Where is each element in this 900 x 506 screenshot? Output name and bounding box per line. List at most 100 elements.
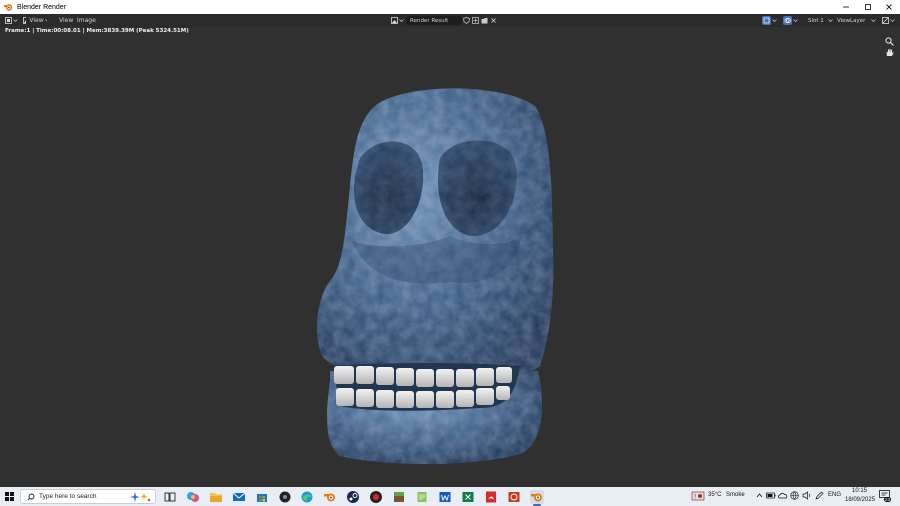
image-viewport[interactable] (0, 36, 900, 487)
taskbar-app-notepad[interactable] (415, 490, 429, 504)
battery-icon (766, 492, 776, 499)
maximize-icon (865, 4, 871, 10)
image-browse-icon (391, 17, 398, 24)
editor-type-selector[interactable] (5, 16, 18, 25)
chevron-down-icon (871, 19, 877, 22)
unlink-x-icon[interactable] (490, 17, 497, 24)
render-slot-selector[interactable]: Slot 1 (805, 16, 833, 25)
window-title: Blender Render (17, 3, 67, 11)
display-channels-icon (882, 17, 889, 24)
edge-icon (301, 491, 313, 502)
display-channels-selector[interactable] (882, 16, 898, 25)
blender-logo-icon (4, 4, 13, 11)
image-editor-header: View View Image Render Result Slot 1 Vie… (0, 14, 900, 27)
start-button[interactable] (5, 492, 14, 503)
word-icon (439, 491, 451, 502)
pdf-icon (486, 491, 496, 502)
window-titlebar: Blender Render (0, 0, 900, 14)
view-mode-icon (23, 17, 27, 24)
view-mode-selector[interactable]: View (23, 16, 47, 25)
svg-text:!: ! (694, 494, 696, 501)
view-mode-label: View (29, 17, 44, 24)
fake-user-shield-icon[interactable] (463, 17, 470, 24)
minimize-icon (843, 6, 849, 8)
minimize-button[interactable] (835, 0, 857, 14)
pen-icon (815, 491, 824, 500)
search-placeholder: Type here to search (39, 493, 97, 500)
grass-block-icon (394, 491, 404, 502)
taskbar-app-blender-active[interactable] (530, 489, 544, 504)
tray-battery[interactable] (766, 491, 776, 502)
notification-center-button[interactable]: 23 (879, 490, 893, 503)
taskbar-app-steam[interactable] (346, 490, 360, 504)
smoke-weather-icon: ! (691, 491, 705, 501)
tray-volume[interactable] (802, 491, 812, 502)
tray-onedrive[interactable] (778, 491, 788, 502)
taskbar-app-excel[interactable] (461, 490, 475, 504)
notepad-icon (417, 491, 427, 502)
tray-pen[interactable] (815, 491, 824, 502)
taskbar-app-edge[interactable] (300, 490, 314, 504)
render-result-image (316, 88, 554, 464)
skull-cranium (316, 88, 554, 384)
menu-image[interactable]: Image (77, 17, 96, 24)
task-view-icon (164, 492, 176, 501)
image-datablock-buttons (463, 16, 497, 25)
chevron-up-icon (756, 493, 763, 498)
new-image-icon[interactable] (472, 17, 479, 24)
overlay-toggle[interactable] (783, 16, 801, 25)
chevron-down-icon (828, 19, 833, 22)
taskbar-app-store[interactable] (255, 490, 269, 504)
taskbar-app-copilot[interactable] (186, 490, 200, 504)
close-icon (886, 4, 892, 10)
menu-view[interactable]: View (59, 17, 73, 24)
maximize-button[interactable] (857, 0, 879, 14)
taskbar-app-word[interactable] (438, 490, 452, 504)
chevron-down-icon (44, 19, 47, 22)
search-icon (27, 493, 35, 501)
weather-temp: 35°C (708, 492, 722, 498)
taskbar-app-file-explorer[interactable] (209, 490, 223, 504)
clock-time[interactable]: 10:15 (852, 488, 867, 494)
browse-image-button[interactable] (391, 16, 405, 25)
show-hidden-icons-button[interactable] (756, 492, 763, 501)
taskbar-app-recorder[interactable] (369, 490, 383, 504)
gizmo-icon (762, 16, 771, 25)
copilot-icon (187, 491, 199, 502)
open-folder-icon[interactable] (481, 17, 488, 24)
notification-badge: 23 (884, 497, 892, 502)
taskbar-app-powerpoint[interactable] (507, 490, 521, 504)
teeth (333, 363, 520, 411)
speaker-icon (802, 491, 811, 500)
image-name: Render Result (410, 17, 449, 24)
tray-network[interactable] (790, 491, 799, 502)
windows-logo-icon (5, 492, 14, 501)
view-layer-selector[interactable]: ViewLayer (834, 16, 879, 25)
taskbar-app-mail[interactable] (232, 490, 246, 504)
task-view-button[interactable] (163, 490, 177, 504)
globe-icon (790, 491, 799, 500)
taskbar-app-minecraft[interactable] (392, 490, 406, 504)
media-player-icon (279, 491, 291, 502)
image-name-field[interactable]: Render Result (406, 16, 462, 25)
powerpoint-icon (508, 491, 520, 502)
close-button[interactable] (878, 0, 900, 14)
gizmo-toggle[interactable] (762, 16, 780, 25)
taskbar-app-acrobat[interactable] (484, 490, 498, 504)
chevron-down-icon (890, 19, 895, 22)
render-slot-label: Slot 1 (808, 17, 824, 24)
input-language[interactable]: ENG (828, 492, 841, 498)
weather-widget[interactable]: ! (691, 490, 705, 502)
image-editor-icon (5, 17, 12, 24)
copilot-sparkle-icon (130, 491, 151, 502)
blender-logo-icon (531, 493, 542, 501)
clock-date[interactable]: 18/09/2025 (845, 497, 875, 503)
chevron-down-icon (772, 19, 777, 22)
steam-icon (347, 490, 359, 503)
taskbar-search-box[interactable]: Type here to search (20, 489, 156, 504)
folder-icon (210, 492, 222, 502)
taskbar-app-blender-2[interactable] (323, 490, 337, 504)
chevron-down-icon (399, 19, 404, 22)
cloud-icon (778, 492, 788, 499)
taskbar-app-media[interactable] (278, 490, 292, 504)
